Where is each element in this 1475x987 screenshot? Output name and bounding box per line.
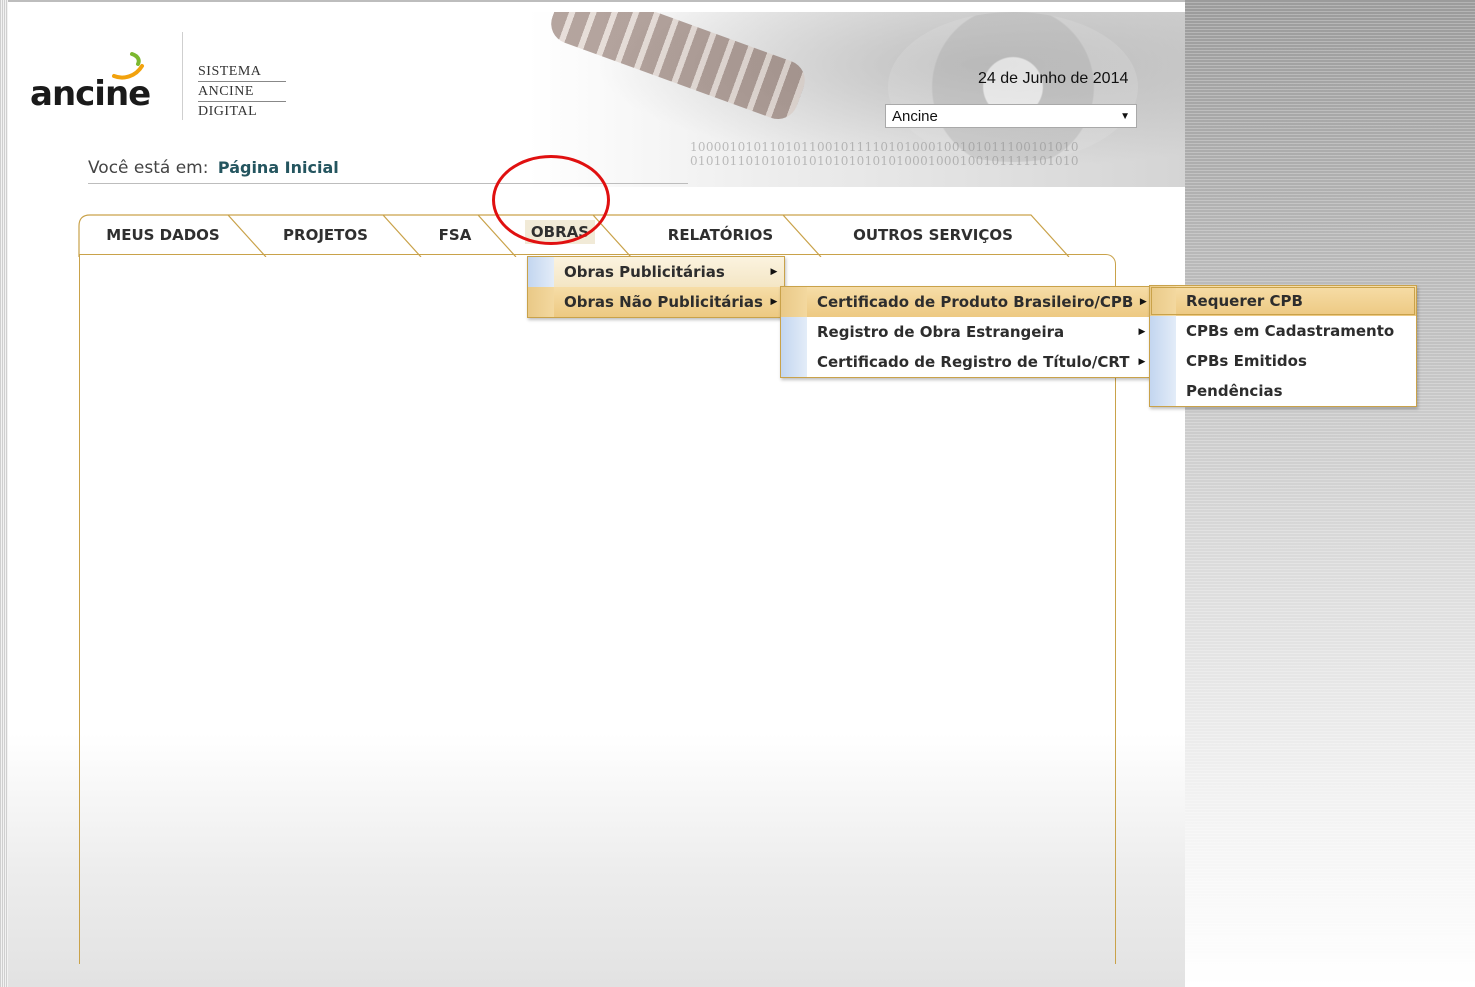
menu-gutter xyxy=(781,287,807,317)
annotation-circle xyxy=(492,155,610,245)
window-top-border xyxy=(0,0,1185,12)
breadcrumb: Você está em: Página Inicial xyxy=(88,158,339,178)
obras-nao-publicitarias-submenu: Certificado de Produto Brasileiro/CPB ▶ … xyxy=(780,286,1153,378)
tab-meus-dados[interactable]: MEUS DADOS xyxy=(88,214,238,256)
menu-item-label: Pendências xyxy=(1186,382,1283,400)
menu-gutter xyxy=(1150,286,1176,316)
caret-right-icon: ▶ xyxy=(770,267,778,277)
menu-item-label: Certificado de Produto Brasileiro/CPB xyxy=(817,293,1134,311)
menu-gutter xyxy=(1150,316,1176,346)
tab-label: MEUS DADOS xyxy=(106,226,220,244)
tab-label: FSA xyxy=(438,226,472,244)
entity-select-value: Ancine xyxy=(892,107,938,125)
cpb-submenu: Requerer CPB CPBs em Cadastramento CPBs … xyxy=(1149,285,1417,407)
menu-gutter xyxy=(1150,346,1176,376)
tab-outros-servicos[interactable]: OUTROS SERVIÇOS xyxy=(828,214,1038,256)
breadcrumb-current-link[interactable]: Página Inicial xyxy=(218,158,339,177)
menu-item-label: CPBs em Cadastramento xyxy=(1186,322,1395,340)
logo-wordmark: ancine xyxy=(30,74,151,114)
logo-subtitle: SISTEMA ANCINE DIGITAL xyxy=(198,62,286,121)
menu-item-label: Requerer CPB xyxy=(1186,292,1303,310)
menu-item-cpbs-em-cadastramento[interactable]: CPBs em Cadastramento xyxy=(1150,316,1416,346)
tab-projetos[interactable]: PROJETOS xyxy=(248,214,403,256)
obras-submenu: Obras Publicitárias ▶ Obras Não Publicit… xyxy=(527,256,785,318)
binary-decoration: 1000010101101011001011110101000100101011… xyxy=(690,140,1185,168)
menu-item-label: Registro de Obra Estrangeira xyxy=(817,323,1065,341)
logo-subtitle-line: SISTEMA xyxy=(198,62,286,82)
menu-item-label: Obras Publicitárias xyxy=(564,263,725,281)
menu-gutter xyxy=(1150,376,1176,406)
logo-subtitle-line: ANCINE xyxy=(198,82,286,102)
tab-fsa[interactable]: FSA xyxy=(416,214,494,256)
menu-item-certificado-cpb[interactable]: Certificado de Produto Brasileiro/CPB ▶ xyxy=(781,287,1152,317)
menu-item-pendencias[interactable]: Pendências xyxy=(1150,376,1416,406)
menu-gutter xyxy=(528,257,554,287)
menu-gutter xyxy=(528,287,554,317)
menu-item-cpbs-emitidos[interactable]: CPBs Emitidos xyxy=(1150,346,1416,376)
menu-gutter xyxy=(781,347,807,377)
chevron-down-icon: ▼ xyxy=(1120,110,1130,122)
menu-item-requerer-cpb[interactable]: Requerer CPB xyxy=(1150,286,1416,316)
menu-item-label: Certificado de Registro de Título/CRT xyxy=(817,353,1130,371)
logo-subtitle-line: DIGITAL xyxy=(198,104,258,119)
binary-line-2: 0101011010101010101010101010001000100101… xyxy=(690,154,1079,168)
tab-label: OUTROS SERVIÇOS xyxy=(853,226,1013,244)
entity-select[interactable]: Ancine ▼ xyxy=(885,104,1137,128)
binary-line-1: 1000010101101011001011110101000100101011… xyxy=(690,140,1079,154)
right-gradient-panel xyxy=(1185,0,1475,987)
tab-label: PROJETOS xyxy=(283,226,368,244)
menu-item-obras-nao-publicitarias[interactable]: Obras Não Publicitárias ▶ xyxy=(528,287,784,317)
menu-item-certificado-crt[interactable]: Certificado de Registro de Título/CRT ▶ xyxy=(781,347,1152,377)
menu-item-label: CPBs Emitidos xyxy=(1186,352,1307,370)
menu-item-registro-obra-estrangeira[interactable]: Registro de Obra Estrangeira ▶ xyxy=(781,317,1152,347)
breadcrumb-prefix: Você está em: xyxy=(88,158,209,178)
page: 1000010101101011001011110101000100101011… xyxy=(8,12,1185,987)
menu-item-label: Obras Não Publicitárias xyxy=(564,293,763,311)
current-date: 24 de Junho de 2014 xyxy=(978,70,1129,87)
tab-relatorios[interactable]: RELATÓRIOS xyxy=(638,214,803,256)
menu-item-obras-publicitarias[interactable]: Obras Publicitárias ▶ xyxy=(528,257,784,287)
window-left-border xyxy=(0,0,8,987)
menu-gutter xyxy=(781,317,807,347)
tab-label: RELATÓRIOS xyxy=(667,226,774,244)
logo-divider xyxy=(182,32,183,120)
